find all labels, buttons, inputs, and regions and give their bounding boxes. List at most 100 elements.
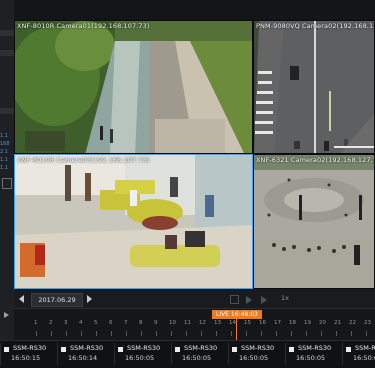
camera-tile-1[interactable]: XNF-8010R Camera01(192.168.107.73) [14,20,253,154]
timeline-tick-mark [111,331,112,336]
timeline-tick-label: 6 [109,320,113,326]
event-time: 16:50:05 [239,354,269,362]
camera-1-feed [15,21,252,153]
sidebar-ip-fragment: 1.1 [0,133,8,139]
event-slot[interactable]: SSM-RS30 16:50:05 [342,343,375,365]
camera-grid: XNF-8010R Camera01(192.168.107.73) PNM-9… [14,20,375,289]
timeline-tick-label: 12 [199,320,206,326]
sidebar-strip [0,108,14,114]
top-bar [14,0,375,20]
event-indicator-icon [118,347,123,352]
timeline-tick-mark [276,331,277,336]
timeline-tick-mark [96,331,97,336]
timeline-tick-mark [231,331,232,336]
event-slot[interactable]: SSM-RS30 16:50:05 [114,343,171,365]
timeline-tick-label: 22 [349,320,356,326]
sidebar-strip [0,30,14,36]
play-icon[interactable] [246,296,252,304]
event-bar: SSM-RS30 16:50:15 SSM-RS30 16:50:14 SSM-… [0,340,375,368]
timeline-tick-label: 5 [94,320,98,326]
event-name: SSM-RS30 [355,344,375,352]
playback-speed[interactable]: 1x [281,294,289,302]
event-slot[interactable]: SSM-RS30 16:50:05 [285,343,342,365]
sidebar-ip-fragment: 2.1 [0,149,8,155]
timeline-tick-label: 19 [304,320,311,326]
timeline-tick-mark [126,331,127,336]
timeline-tick-mark [81,331,82,336]
triangle-right-icon[interactable] [4,312,9,318]
event-name: SSM-RS30 [184,344,218,352]
timeline-tick-mark [216,331,217,336]
event-slot[interactable]: SSM-RS30 16:50:14 [57,343,114,365]
timeline-tick-mark [36,331,37,336]
timeline-tick-mark [366,331,367,336]
timeline-tick-label: 1 [34,320,38,326]
event-name: SSM-RS30 [241,344,275,352]
timeline-tick-mark [336,331,337,336]
event-time: 16:50:05 [182,354,212,362]
event-indicator-icon [175,347,180,352]
timeline-tick-label: 2 [49,320,53,326]
square-outline-icon[interactable] [2,178,12,189]
event-indicator-icon [289,347,294,352]
timeline-tick-label: 14 [229,320,236,326]
timeline-tick-label: 7 [124,320,128,326]
timeline-tick-mark [321,331,322,336]
sidebar-ip-fragment: 168 [0,141,10,147]
timeline-tick-label: 21 [334,320,341,326]
timeline-tick-mark [51,331,52,336]
timeline-tick-mark [261,331,262,336]
next-day-icon[interactable] [87,295,92,303]
event-indicator-icon [4,347,9,352]
event-name: SSM-RS30 [298,344,332,352]
timeline-tick-mark [66,331,67,336]
event-indicator-icon [346,347,351,352]
timeline-tick-label: 9 [154,320,158,326]
sidebar-ip-fragment: 1.1 [0,165,8,171]
camera-tile-3[interactable]: XNF-8010R Camera03(192.168.107.73) [14,154,253,289]
camera-2-title: PNM-9080VQ Camera02(192.168.127.73) [256,22,374,30]
event-name: SSM-RS30 [127,344,161,352]
left-sidebar: 1.1 168 2.1 1.1 1.1 [0,0,15,340]
timeline-tick-label: 13 [214,320,221,326]
step-forward-icon[interactable] [261,296,267,304]
event-slot[interactable]: SSM-RS30 16:50:05 [228,343,285,365]
sidebar-ip-fragment: 1.1 [0,157,8,163]
timeline-ruler[interactable]: LIVE 16:48:03 1 2 3 4 5 6 7 8 9 10 11 12 13 14 15 16 17 1… [14,308,375,341]
event-time: 16:50:05 [125,354,155,362]
camera-3-title: XNF-8010R Camera03(192.168.107.73) [17,156,150,164]
stop-icon[interactable] [230,295,239,304]
camera-4-title: XNF-6321 Camera02(192.168.127.73) [256,156,375,164]
timeline-tick-mark [141,331,142,336]
camera-4-feed [254,155,374,288]
timeline-tick-mark [306,331,307,336]
camera-tile-4[interactable]: XNF-6321 Camera02(192.168.127.73) [253,154,375,289]
event-slot[interactable]: SSM-RS30 16:50:15 [0,343,57,365]
date-field[interactable]: 2017.06.29 [31,293,83,307]
camera-tile-2[interactable]: PNM-9080VQ Camera02(192.168.127.73) [253,20,375,154]
timeline-tick-mark [186,331,187,336]
event-time: 16:50:15 [11,354,41,362]
timeline-tick-label: 8 [139,320,143,326]
sidebar-strip [0,50,14,56]
event-indicator-icon [232,347,237,352]
timeline-tick-label: 15 [244,320,251,326]
live-time-badge: LIVE 16:48:03 [212,310,262,319]
timeline-tick-label: 4 [79,320,83,326]
timeline-tick-label: 17 [274,320,281,326]
timeline-tick-label: 10 [169,320,176,326]
event-slot[interactable]: SSM-RS30 16:50:05 [171,343,228,365]
timeline-tick-label: 3 [64,320,68,326]
camera-1-title: XNF-8010R Camera01(192.168.107.73) [17,22,150,30]
camera-3-feed [15,155,252,288]
camera-2-feed [254,21,374,153]
timeline-tick-mark [291,331,292,336]
event-name: SSM-RS30 [13,344,47,352]
previous-day-icon[interactable] [19,295,24,303]
event-time: 16:50:05 [296,354,326,362]
playhead[interactable] [236,319,237,341]
timeline-tick-label: 20 [319,320,326,326]
timeline-controls: 2017.06.29 1x [14,292,375,308]
event-time: 16:50:05 [353,354,375,362]
timeline-tick-mark [171,331,172,336]
